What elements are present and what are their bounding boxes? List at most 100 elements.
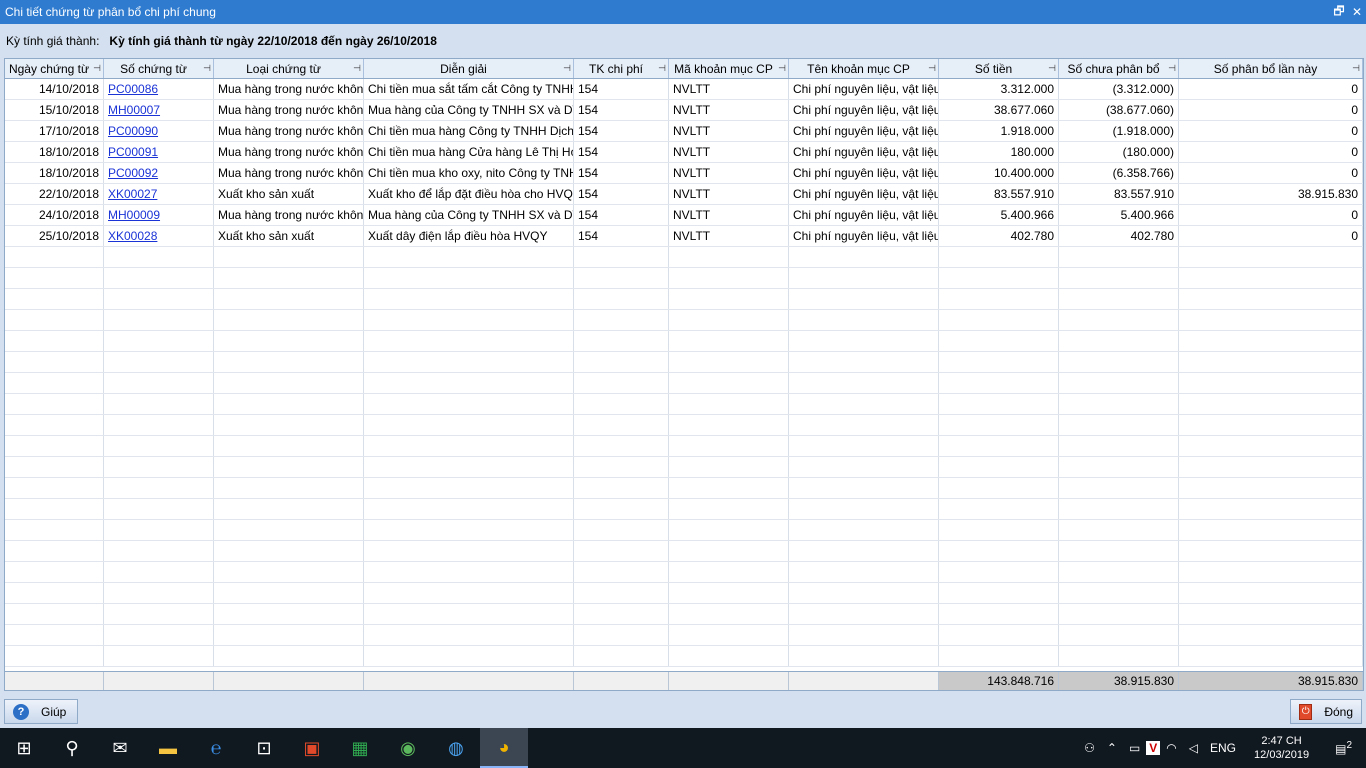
cell-doc-no[interactable]: [104, 541, 214, 561]
pin-icon[interactable]: ⊣: [778, 63, 786, 74]
empty-row[interactable]: [5, 289, 1363, 310]
cell-doc-no[interactable]: [104, 352, 214, 372]
table-row[interactable]: 17/10/2018 PC00090 Mua hàng trong nước khô…: [5, 121, 1363, 142]
doc-link[interactable]: MH00009: [108, 208, 160, 222]
cell-doc-no[interactable]: [104, 415, 214, 435]
battery-icon[interactable]: ▭: [1123, 741, 1146, 755]
empty-row[interactable]: [5, 373, 1363, 394]
people-icon[interactable]: ⚇: [1078, 741, 1101, 755]
empty-row[interactable]: [5, 499, 1363, 520]
empty-row[interactable]: [5, 352, 1363, 373]
cell-doc-no[interactable]: MH00007: [104, 100, 214, 120]
header-col-doc-type[interactable]: Loại chứng từ ⊣: [214, 59, 364, 78]
pin-icon[interactable]: ⊣: [1168, 63, 1176, 74]
cell-doc-no[interactable]: XK00027: [104, 184, 214, 204]
app-green-icon[interactable]: ◉: [384, 728, 432, 768]
language-indicator[interactable]: ENG: [1204, 741, 1242, 755]
cell-doc-no[interactable]: [104, 310, 214, 330]
header-col-description[interactable]: Diễn giải ⊣: [364, 59, 574, 78]
cell-doc-no[interactable]: [104, 478, 214, 498]
doc-link[interactable]: XK00028: [108, 229, 157, 243]
header-col-allocated[interactable]: Số phân bổ lần này ⊣: [1179, 59, 1363, 78]
gift-icon[interactable]: ▣: [288, 728, 336, 768]
empty-row[interactable]: [5, 520, 1363, 541]
restore-button[interactable]: 🗗: [1330, 2, 1348, 22]
help-button[interactable]: ? Giúp: [4, 699, 78, 724]
header-col-amount[interactable]: Số tiền ⊣: [939, 59, 1059, 78]
empty-row[interactable]: [5, 394, 1363, 415]
header-col-cost-code[interactable]: Mã khoản mục CP ⊣: [669, 59, 789, 78]
wifi-icon[interactable]: ◠: [1160, 741, 1182, 755]
empty-row[interactable]: [5, 436, 1363, 457]
empty-row[interactable]: [5, 331, 1363, 352]
cell-doc-no[interactable]: [104, 394, 214, 414]
cell-doc-no[interactable]: MH00009: [104, 205, 214, 225]
cell-doc-no[interactable]: XK00028: [104, 226, 214, 246]
cell-doc-no[interactable]: [104, 499, 214, 519]
table-row[interactable]: 18/10/2018 PC00091 Mua hàng trong nước khô…: [5, 142, 1363, 163]
cell-doc-no[interactable]: [104, 604, 214, 624]
cell-doc-no[interactable]: [104, 268, 214, 288]
cell-doc-no[interactable]: PC00086: [104, 79, 214, 99]
empty-row[interactable]: [5, 268, 1363, 289]
doc-link[interactable]: PC00091: [108, 145, 158, 159]
allocation-grid[interactable]: Ngày chứng từ ⊣ Số chứng từ ⊣ Loại chứng từ ⊣…: [4, 58, 1364, 691]
file-explorer-icon[interactable]: ▬: [144, 728, 192, 768]
cell-doc-no[interactable]: [104, 373, 214, 393]
empty-row[interactable]: [5, 310, 1363, 331]
doc-link[interactable]: PC00086: [108, 82, 158, 96]
table-row[interactable]: 14/10/2018 PC00086 Mua hàng trong nước khô…: [5, 79, 1363, 100]
table-row[interactable]: 24/10/2018 MH00009 Mua hàng trong nước khô…: [5, 205, 1363, 226]
pin-icon[interactable]: ⊣: [928, 63, 936, 74]
chevron-up-icon[interactable]: ⌃: [1101, 741, 1123, 755]
header-col-cost-name[interactable]: Tên khoản mục CP ⊣: [789, 59, 939, 78]
table-row[interactable]: 25/10/2018 XK00028 Xuất kho sản xuất Xuất d…: [5, 226, 1363, 247]
header-col-doc-no[interactable]: Số chứng từ ⊣: [104, 59, 214, 78]
zalo-icon[interactable]: ◍: [432, 728, 480, 768]
empty-row[interactable]: [5, 415, 1363, 436]
empty-row[interactable]: [5, 646, 1363, 667]
cell-doc-no[interactable]: [104, 625, 214, 645]
empty-row[interactable]: [5, 247, 1363, 268]
empty-row[interactable]: [5, 583, 1363, 604]
start-icon[interactable]: ⊞: [0, 728, 48, 768]
cell-doc-no[interactable]: [104, 562, 214, 582]
cell-doc-no[interactable]: [104, 436, 214, 456]
header-col-account[interactable]: TK chi phí ⊣: [574, 59, 669, 78]
notification-icon[interactable]: ▤2: [1321, 740, 1366, 756]
pin-icon[interactable]: ⊣: [658, 63, 666, 74]
edge-icon[interactable]: ℮: [192, 728, 240, 768]
volume-icon[interactable]: ◁: [1183, 741, 1204, 755]
pin-icon[interactable]: ⊣: [1352, 63, 1360, 74]
empty-row[interactable]: [5, 562, 1363, 583]
doc-link[interactable]: XK00027: [108, 187, 157, 201]
cell-doc-no[interactable]: [104, 331, 214, 351]
cell-doc-no[interactable]: [104, 247, 214, 267]
clock[interactable]: 2:47 CH 12/03/2019: [1242, 734, 1321, 762]
empty-row[interactable]: [5, 478, 1363, 499]
header-col-unallocated[interactable]: Số chưa phân bổ ⊣: [1059, 59, 1179, 78]
cell-doc-no[interactable]: [104, 289, 214, 309]
cell-doc-no[interactable]: [104, 646, 214, 666]
pin-icon[interactable]: ⊣: [203, 63, 211, 74]
cell-doc-no[interactable]: PC00090: [104, 121, 214, 141]
close-window-button[interactable]: ✕: [1348, 2, 1366, 22]
doc-link[interactable]: PC00092: [108, 166, 158, 180]
chrome-icon[interactable]: ◕: [480, 728, 528, 768]
cell-doc-no[interactable]: PC00092: [104, 163, 214, 183]
cell-doc-no[interactable]: PC00091: [104, 142, 214, 162]
pin-icon[interactable]: ⊣: [93, 63, 101, 74]
header-col-date[interactable]: Ngày chứng từ ⊣: [5, 59, 104, 78]
empty-row[interactable]: [5, 541, 1363, 562]
mail-icon[interactable]: ✉: [96, 728, 144, 768]
empty-row[interactable]: [5, 625, 1363, 646]
pin-icon[interactable]: ⊣: [353, 63, 361, 74]
search-icon[interactable]: ⚲: [48, 728, 96, 768]
cell-doc-no[interactable]: [104, 457, 214, 477]
empty-row[interactable]: [5, 457, 1363, 478]
pin-icon[interactable]: ⊣: [1048, 63, 1056, 74]
doc-link[interactable]: PC00090: [108, 124, 158, 138]
excel-icon[interactable]: ▦: [336, 728, 384, 768]
table-row[interactable]: 18/10/2018 PC00092 Mua hàng trong nước khô…: [5, 163, 1363, 184]
table-row[interactable]: 22/10/2018 XK00027 Xuất kho sản xuất Xuất k…: [5, 184, 1363, 205]
